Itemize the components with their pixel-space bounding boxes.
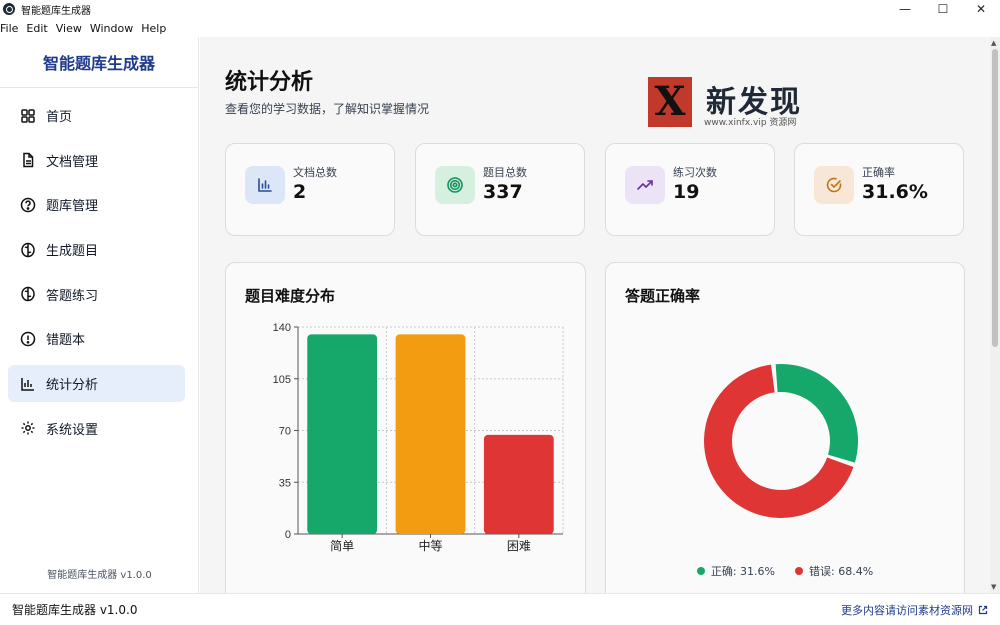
y-tick-label: 35: [279, 477, 291, 489]
sidebar: 智能题库生成器 首页 文档管理 题库管理 生成题目 答题练习 错题本 统计分析 …: [0, 37, 199, 593]
y-tick-label: 0: [285, 529, 291, 541]
legend-dot: [696, 567, 705, 575]
y-tick-label: 70: [279, 426, 291, 438]
maximize-button[interactable]: ☐: [924, 0, 962, 18]
stat-card-accuracy: 正确率 31.6%: [794, 143, 964, 236]
check-circle-icon: [814, 166, 854, 204]
stat-value: 2: [293, 181, 307, 203]
accuracy-panel: 答题正确率 正确: 31.6% 错误: 68.4%: [605, 262, 965, 593]
menu-bar: File Edit View Window Help: [0, 19, 174, 37]
legend-entry-wrong: 错误: 68.4%: [795, 563, 873, 579]
difficulty-panel: 题目难度分布 0 35 70 105 140 简单 中等 困难: [225, 262, 586, 593]
sidebar-item-label: 题库管理: [46, 199, 99, 215]
scroll-up-icon[interactable]: ▲: [991, 39, 996, 47]
main-scrollbar[interactable]: ▲ ▼: [990, 37, 1000, 593]
x-tick-label: 简单: [330, 539, 354, 553]
stat-label: 文档总数: [293, 166, 337, 179]
sidebar-item-label: 生成题目: [46, 244, 99, 260]
chart-legend: 正确: 31.6% 错误: 68.4%: [606, 563, 964, 579]
sidebar-item-home[interactable]: 首页: [8, 97, 185, 134]
page-title: 统计分析: [225, 70, 314, 95]
menu-help[interactable]: Help: [141, 22, 171, 35]
y-tick-label: 140: [273, 322, 291, 334]
x-tick-label: 困难: [507, 539, 531, 553]
bar: [307, 334, 378, 534]
bar-chart-icon: [245, 166, 285, 204]
menu-window[interactable]: Window: [90, 22, 138, 35]
grid-icon: [20, 108, 36, 124]
minimize-button[interactable]: —: [886, 0, 924, 18]
donut-slice: [775, 364, 858, 463]
alert-circle-icon: [20, 331, 36, 347]
window-title: 智能题库生成器: [21, 5, 91, 17]
title-bar: 智能题库生成器 — ☐ ✕: [0, 0, 1000, 18]
close-button[interactable]: ✕: [962, 0, 1000, 18]
sidebar-item-label: 统计分析: [46, 378, 99, 394]
stat-label: 正确率: [862, 166, 895, 179]
watermark-url: www.xinfx.vip 资源网: [704, 118, 797, 128]
sidebar-item-label: 系统设置: [46, 422, 99, 438]
sidebar-item-mistakes[interactable]: 错题本: [8, 320, 185, 357]
app-logo-icon: [3, 3, 15, 15]
y-tick-label: 105: [273, 374, 291, 386]
legend-label: 正确: 31.6%: [710, 565, 775, 578]
sidebar-item-label: 答题练习: [46, 288, 99, 304]
page-subtitle: 查看您的学习数据，了解知识掌握情况: [225, 102, 430, 116]
bar-chart-icon: [20, 376, 36, 392]
external-link-icon: [978, 605, 988, 614]
menu-view[interactable]: View: [56, 22, 87, 35]
brain-icon: [20, 286, 36, 302]
document-icon: [20, 152, 36, 168]
sidebar-item-settings[interactable]: 系统设置: [8, 410, 185, 447]
main-content: 统计分析 查看您的学习数据，了解知识掌握情况 X 新发现 www.xinfx.v…: [200, 37, 990, 593]
trending-up-icon: [625, 166, 665, 204]
scroll-down-icon[interactable]: ▼: [991, 583, 996, 591]
brain-icon: [20, 242, 36, 258]
gear-icon: [20, 420, 36, 436]
watermark-mark: X: [648, 77, 692, 127]
sidebar-item-statistics[interactable]: 统计分析: [8, 365, 185, 403]
sidebar-item-label: 错题本: [46, 333, 86, 349]
sidebar-version: 智能题库生成器 v1.0.0: [47, 570, 152, 581]
menu-edit[interactable]: Edit: [26, 22, 52, 35]
target-icon: [435, 166, 475, 204]
scroll-thumb[interactable]: [992, 49, 998, 347]
sidebar-item-question-bank[interactable]: 题库管理: [8, 186, 185, 223]
stat-card-practice: 练习次数 19: [605, 143, 775, 236]
watermark-logo: X 新发现 www.xinfx.vip 资源网: [648, 77, 828, 128]
sidebar-item-label: 文档管理: [46, 154, 99, 170]
sidebar-nav: 首页 文档管理 题库管理 生成题目 答题练习 错题本 统计分析 系统设置: [0, 88, 198, 447]
x-tick-label: 中等: [418, 538, 442, 553]
menu-file[interactable]: File: [0, 22, 23, 35]
window-controls: — ☐ ✕: [886, 0, 1000, 18]
sidebar-item-practice[interactable]: 答题练习: [8, 276, 185, 313]
sidebar-item-documents[interactable]: 文档管理: [8, 142, 185, 179]
question-circle-icon: [20, 197, 36, 213]
stat-value: 31.6%: [862, 181, 928, 203]
sidebar-item-generate[interactable]: 生成题目: [8, 231, 185, 268]
resource-site-link[interactable]: 更多内容请访问素材资源网: [841, 602, 988, 618]
sidebar-item-label: 首页: [46, 110, 73, 125]
bar: [395, 334, 466, 534]
status-app-version: 智能题库生成器 v1.0.0: [12, 603, 138, 617]
bar: [483, 434, 554, 534]
legend-label: 错误: 68.4%: [809, 565, 874, 578]
difficulty-bar-chart: 0 35 70 105 140 简单 中等 困难: [273, 322, 564, 553]
status-bar: 智能题库生成器 v1.0.0 更多内容请访问素材资源网: [0, 593, 1000, 625]
stat-value: 337: [483, 181, 523, 203]
stat-label: 题目总数: [483, 166, 527, 179]
accuracy-donut-chart: [704, 364, 858, 518]
stat-label: 练习次数: [673, 166, 717, 179]
stat-card-questions: 题目总数 337: [415, 143, 585, 236]
legend-dot: [795, 567, 803, 575]
stat-value: 19: [673, 181, 700, 203]
resource-link-label: 更多内容请访问素材资源网: [841, 603, 973, 617]
sidebar-brand: 智能题库生成器: [0, 37, 198, 88]
stat-card-documents: 文档总数 2: [225, 143, 395, 236]
legend-entry-correct: 正确: 31.6%: [696, 563, 775, 579]
